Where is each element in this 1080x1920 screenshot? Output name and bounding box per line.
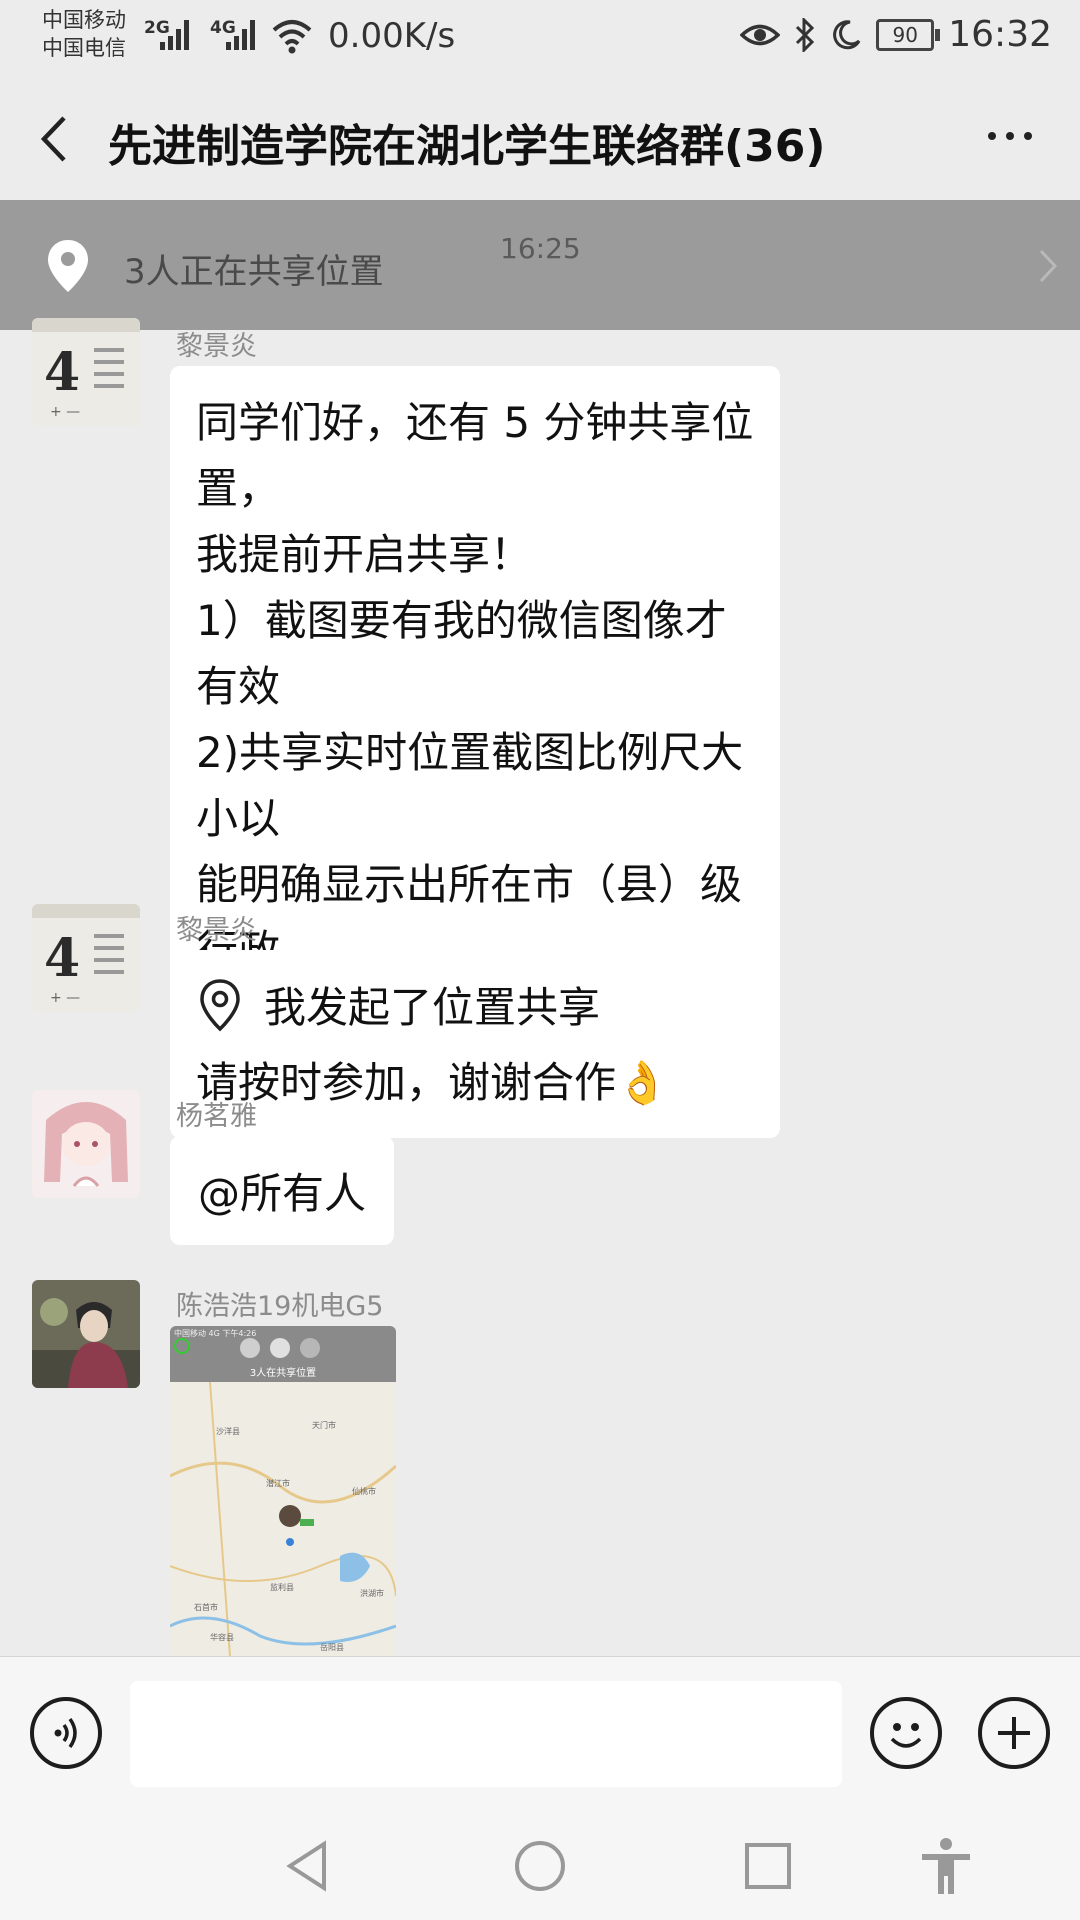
battery-icon: 90: [876, 18, 941, 51]
location-share-text: 3人正在共享位置: [124, 252, 384, 292]
input-bar: [0, 1656, 1080, 1813]
map-place-label: 潜江市: [266, 1479, 290, 1488]
status-bar: 中国移动 中国电信 2G 4G 0.00K/s 90 16:32: [0, 0, 1080, 76]
carrier-names: 中国移动 中国电信: [42, 6, 126, 62]
status-right: 90 16:32: [740, 14, 1052, 55]
map-place-label: 石首市: [194, 1603, 218, 1612]
accessibility-icon[interactable]: [916, 1836, 976, 1896]
calendar-avatar-image: 4 + —: [32, 318, 140, 426]
svg-text:4: 4: [44, 342, 80, 403]
message-line: 1）截图要有我的微信图像才有效: [196, 596, 727, 711]
map-place-label: 监利县: [270, 1583, 294, 1592]
avatar[interactable]: 4 + —: [32, 904, 140, 1012]
chat-title: 先进制造学院在湖北学生联络群(36): [108, 121, 826, 172]
more-icon[interactable]: [988, 132, 1032, 140]
map-place-label: 天门市: [312, 1421, 336, 1430]
system-navigation-bar: [0, 1812, 1080, 1920]
map-place-label: 洪湖市: [360, 1589, 384, 1598]
eye-icon: [740, 24, 781, 45]
message-text: 我发起了位置共享: [264, 983, 601, 1032]
svg-text:4: 4: [44, 928, 80, 989]
avatar[interactable]: 4 + —: [32, 318, 140, 426]
signal-icon: [226, 20, 255, 50]
chat-header: 先进制造学院在湖北学生联络群(36): [0, 76, 1080, 200]
bluetooth-icon: [796, 17, 815, 52]
clock: 16:32: [948, 14, 1052, 55]
location-pin-icon: [200, 978, 240, 1031]
carrier-1: 中国移动: [42, 8, 126, 32]
screenshot-title: 3人在共享位置: [249, 1368, 317, 1379]
emoji-icon[interactable]: [870, 1697, 942, 1769]
sender-name: 杨茗雅: [176, 1101, 257, 1132]
location-share-bubble[interactable]: 我发起了位置共享: [170, 950, 629, 1059]
map-place-label: 华容县: [210, 1633, 234, 1642]
message-input[interactable]: [130, 1681, 842, 1787]
sender-name: 黎景炎: [176, 915, 257, 946]
voice-icon[interactable]: [30, 1697, 102, 1769]
anime-boy-avatar-image: [32, 1280, 140, 1388]
back-icon[interactable]: [34, 114, 74, 164]
message-bubble[interactable]: @所有人: [170, 1136, 395, 1245]
sender-name: 黎景炎: [176, 331, 257, 362]
shared-screenshot-image[interactable]: 中国移动 4G 下午4:26 3人在共享位置 沙洋县 天门市 潜江市 仙桃市 监…: [170, 1326, 396, 1656]
chevron-right-icon: [1039, 249, 1058, 283]
map-place-label: 沙洋县: [216, 1427, 240, 1436]
moon-icon: [833, 19, 861, 49]
nav-home-icon[interactable]: [510, 1836, 570, 1896]
calendar-avatar-image: 4 + —: [32, 904, 140, 1012]
map-place-label: 岳阳县: [320, 1643, 344, 1652]
nav-back-icon[interactable]: [278, 1836, 338, 1896]
avatar[interactable]: [32, 1090, 140, 1198]
message-line: 我提前开启共享！: [196, 530, 533, 579]
map-place-label: 仙桃市: [352, 1487, 376, 1496]
nav-recents-icon[interactable]: [738, 1836, 798, 1896]
screenshot-status-text: 中国移动 4G 下午4:26: [174, 1329, 257, 1338]
plus-icon[interactable]: [978, 1697, 1050, 1769]
message-line: 同学们好，还有 5 分钟共享位置，: [196, 398, 754, 513]
svg-text:+ —: + —: [50, 990, 80, 1006]
svg-text:+ —: + —: [50, 404, 80, 420]
message-line: 请按时参加，谢谢合作👌: [196, 1058, 669, 1107]
anime-girl-avatar-image: [32, 1090, 140, 1198]
signal-icon: [160, 20, 189, 50]
location-share-banner[interactable]: 3人正在共享位置 16:25: [0, 200, 1080, 330]
wifi-icon: [272, 20, 312, 54]
sender-name: 陈浩浩19机电G5: [176, 1291, 384, 1322]
network-speed: 0.00K/s: [328, 16, 456, 56]
message-line: 2)共享实时位置截图比例尺大小以: [196, 728, 744, 843]
message-timestamp: 16:25: [500, 232, 581, 265]
message-text: @所有人: [198, 1169, 367, 1218]
carrier-2: 中国电信: [42, 36, 126, 60]
avatar[interactable]: [32, 1280, 140, 1388]
location-pin-icon: [48, 240, 88, 292]
